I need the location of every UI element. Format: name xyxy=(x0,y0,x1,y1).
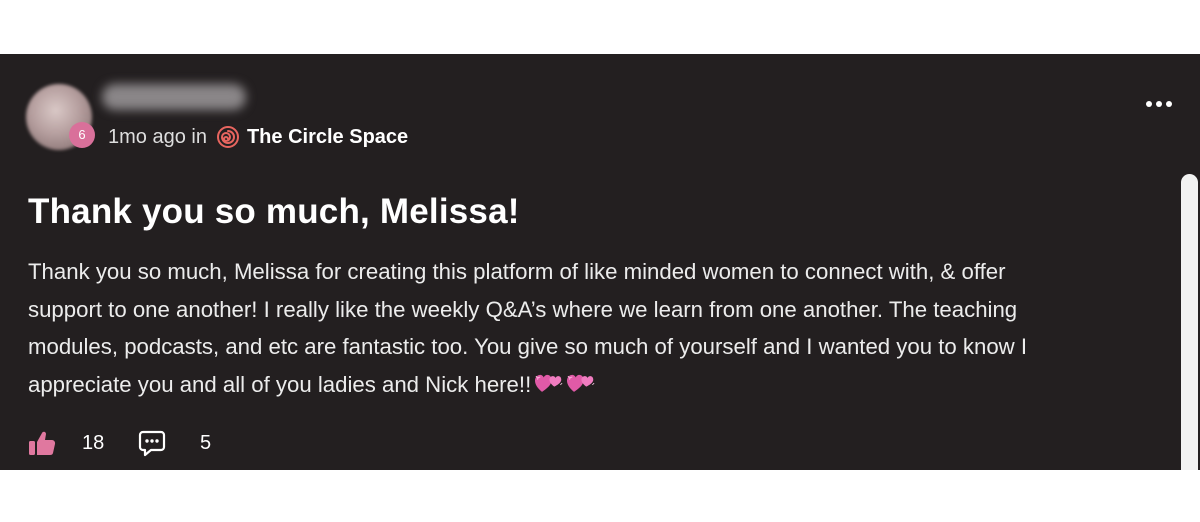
space-link[interactable]: The Circle Space xyxy=(247,126,408,149)
scrollbar[interactable] xyxy=(1181,174,1198,470)
post-body-line: support to one another! I really like th… xyxy=(28,296,1018,322)
post-body-line-text: appreciate you and all of you ladies and… xyxy=(28,371,532,397)
thumbs-up-icon xyxy=(29,431,56,455)
post-time: 1mo ago in xyxy=(108,125,207,148)
post-title: Thank you so much, Melissa! xyxy=(28,192,520,231)
two-hearts-emoji xyxy=(535,374,563,392)
comment-button[interactable]: 5 xyxy=(138,429,211,457)
dot-icon xyxy=(1156,101,1162,107)
post-actions: 18 5 xyxy=(28,427,211,459)
post-body-line: modules, podcasts, and etc are fantastic… xyxy=(28,334,1028,359)
post-meta: 1mo ago in The Circle Space xyxy=(108,124,408,150)
more-options-button[interactable] xyxy=(1146,99,1172,109)
post-body: Thank you so much, Melissa for creating … xyxy=(28,253,1158,403)
like-count: 18 xyxy=(82,431,105,454)
level-badge: 6 xyxy=(69,122,95,148)
author-name-redacted[interactable] xyxy=(102,84,246,110)
spiral-icon xyxy=(216,126,239,148)
dot-icon xyxy=(1166,101,1172,107)
post-body-line: Thank you so much, Melissa for creating … xyxy=(28,259,1006,284)
dot-icon xyxy=(1146,101,1152,107)
post-card: 6 1mo ago in The Circle Space Thank you … xyxy=(0,54,1200,470)
like-button[interactable]: 18 xyxy=(28,429,138,457)
comment-count: 5 xyxy=(200,431,212,454)
comment-icon xyxy=(138,430,166,457)
two-hearts-emoji xyxy=(567,374,595,392)
post-body-line-last: appreciate you and all of you ladies and… xyxy=(28,366,1158,404)
